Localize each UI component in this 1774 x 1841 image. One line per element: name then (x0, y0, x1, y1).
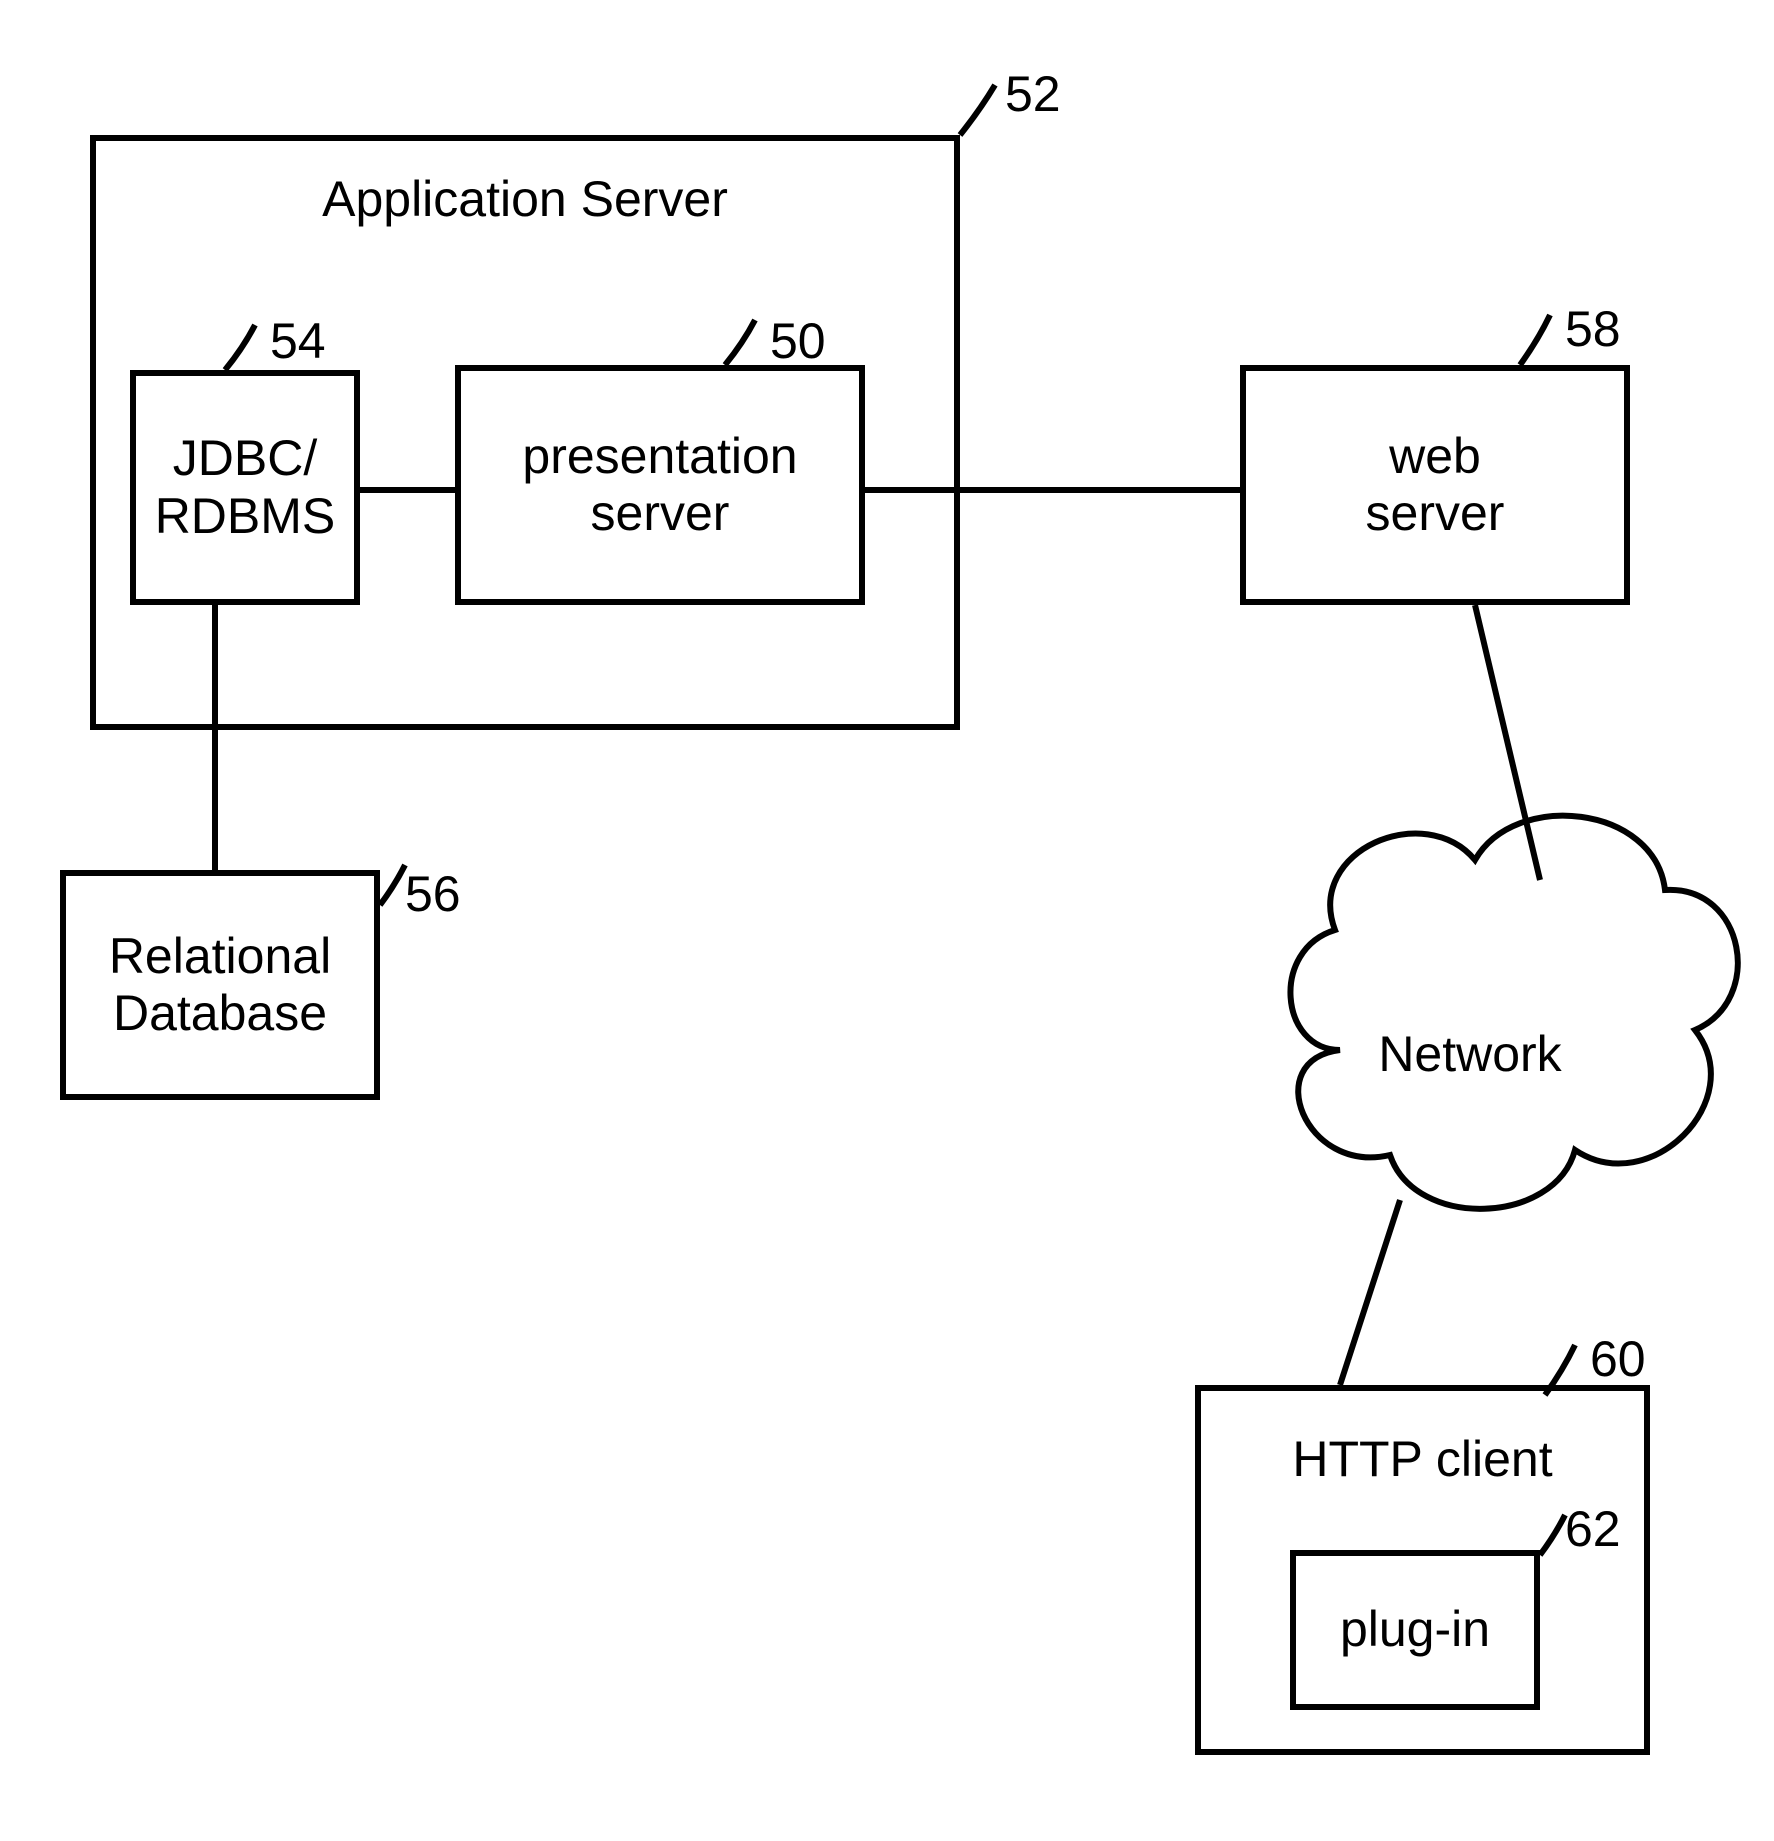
tick-56 (380, 865, 405, 905)
http-client-label: HTTP client (1292, 1431, 1552, 1489)
relational-database-box: Relational Database (60, 870, 380, 1100)
tick-52 (960, 85, 995, 135)
plugin-box: plug-in (1290, 1550, 1540, 1710)
diagram-canvas: Application Server JDBC/ RDBMS presentat… (0, 0, 1774, 1841)
conn-web-network (1475, 605, 1540, 880)
ref-56: 56 (405, 865, 461, 923)
ref-52: 52 (1005, 65, 1061, 123)
ref-50: 50 (770, 312, 826, 370)
web-server-box: web server (1240, 365, 1630, 605)
ref-62: 62 (1565, 1500, 1621, 1558)
network-label: Network (1345, 1025, 1595, 1083)
ref-58: 58 (1565, 300, 1621, 358)
ref-60: 60 (1590, 1330, 1646, 1388)
application-server-label: Application Server (322, 171, 728, 229)
conn-network-http (1340, 1200, 1400, 1385)
network-cloud (1290, 816, 1737, 1209)
ref-54: 54 (270, 312, 326, 370)
presentation-server-box: presentation server (455, 365, 865, 605)
jdbc-rdbms-box: JDBC/ RDBMS (130, 370, 360, 605)
tick-58 (1520, 315, 1550, 365)
